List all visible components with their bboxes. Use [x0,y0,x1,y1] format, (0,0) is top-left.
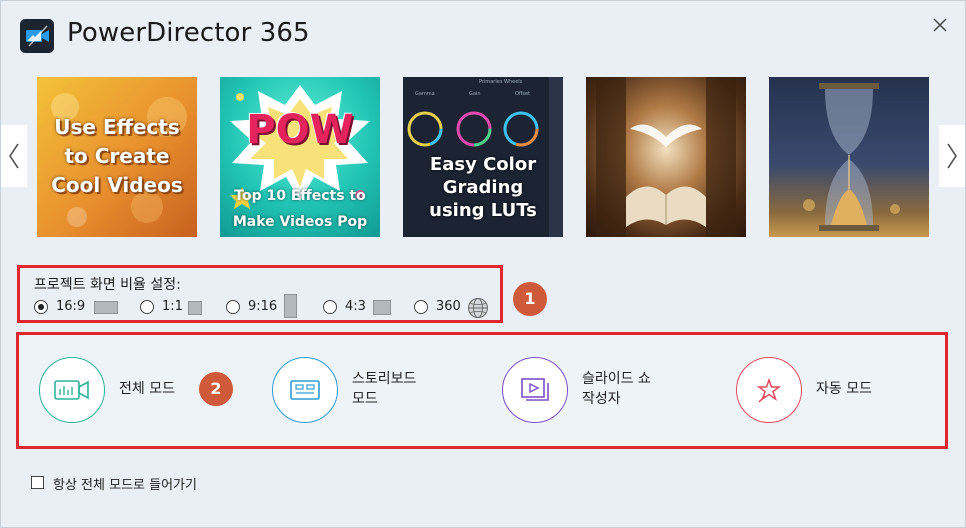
caption-line: to Create [64,144,170,168]
tutorial-carousel: Use Effects to Create Cool Videos POW To… [1,73,965,243]
step-badge-2: 2 [199,372,233,406]
storyboard-mode-button[interactable]: 스토리보드 모드 [272,357,472,427]
aspect-option-label: 1:1 [162,299,183,314]
caption-line: Cool Videos [51,173,183,197]
hourglass-icon [803,83,900,231]
radio-button[interactable] [34,300,48,314]
chevron-left-icon [9,143,19,169]
slideshow-label-line1: 슬라이드 쇼 [582,371,651,387]
title-bar: PowerDirector 365 [1,1,965,67]
pow-badge: POW [246,107,354,153]
editing-mode-section: 전체 모드 2 스토리보드 모드 슬라이드 쇼 작성자 자동 모드 [16,332,948,449]
aspect-ratio-options: 16:9 1:1 9:16 4:3 360 [34,294,494,320]
ratio-16-9-icon [94,301,118,314]
storyboard-icon [290,380,320,400]
auto-mode-button[interactable]: 자동 모드 [736,357,936,427]
radio-button[interactable] [140,300,154,314]
radio-button[interactable] [414,300,428,314]
auto-mode-icon-circle [736,357,802,423]
storyboard-mode-label-line2: 모드 [352,391,378,407]
storyboard-mode-icon-circle [272,357,338,423]
full-mode-label: 전체 모드 [119,381,175,397]
aspect-option-label: 360 [436,299,461,314]
caption-line: Use Effects [54,115,180,139]
close-button[interactable] [929,14,951,36]
slideshow-label-line2: 작성자 [582,391,621,407]
slideshow-icon-circle [502,357,568,423]
aspect-option-label: 16:9 [56,299,86,314]
aspect-option-label: 9:16 [248,299,278,314]
magic-star-icon [756,377,782,403]
timeline-camera-icon [54,380,89,400]
caption-line: Top 10 Effects to [234,188,366,204]
globe-360-icon [468,298,488,318]
slideshow-icon [521,378,549,401]
thumbnail-color-grading[interactable]: Primaries Wheels Gamma Gain Offset Easy … [403,77,563,237]
aspect-ratio-label: 프로젝트 화면 비율 설정: [34,277,181,293]
book-dove-icon [596,77,736,237]
thumbnail-top-10-effects[interactable]: POW Top 10 Effects to Make Videos Pop [220,77,380,237]
close-icon [933,18,947,32]
radio-button[interactable] [323,300,337,314]
app-title: PowerDirector 365 [67,18,310,48]
aspect-option-label: 4:3 [345,299,366,314]
full-mode-icon-circle [39,357,105,423]
aspect-ratio-section: 프로젝트 화면 비율 설정: 16:9 1:1 9:16 4:3 360 [17,265,503,323]
always-full-mode-checkbox[interactable] [31,476,44,489]
carousel-prev-button[interactable] [1,125,27,187]
storyboard-mode-label-line1: 스토리보드 [352,371,417,387]
aspect-option-1-1[interactable]: 1:1 [140,296,210,320]
always-full-mode-label: 항상 전체 모드로 들어가기 [53,478,197,493]
slideshow-creator-button[interactable]: 슬라이드 쇼 작성자 [502,357,702,427]
launcher-window: PowerDirector 365 Use Effects to Create [0,0,966,528]
auto-mode-label: 자동 모드 [816,381,872,397]
aspect-option-9-16[interactable]: 9:16 [226,294,306,320]
carousel-next-button[interactable] [939,125,965,187]
step-badge-1: 1 [513,282,547,316]
powerdirector-logo-icon [20,19,54,53]
thumbnail-hourglass[interactable] [769,77,929,237]
aspect-option-16-9[interactable]: 16:9 [34,296,124,320]
caption-line: Grading [442,177,524,198]
ratio-9-16-icon [284,294,297,318]
ratio-4-3-icon [373,300,391,315]
aspect-option-4-3[interactable]: 4:3 [323,296,403,320]
chevron-right-icon [947,143,957,169]
thumbnail-library-book[interactable] [586,77,746,237]
caption-line: using LUTs [429,200,537,221]
aspect-option-360[interactable]: 360 [414,296,494,320]
thumbnail-use-effects[interactable]: Use Effects to Create Cool Videos [37,77,197,237]
caption-line: Make Videos Pop [232,214,368,230]
radio-button[interactable] [226,300,240,314]
caption-line: Easy Color [429,154,537,175]
ratio-1-1-icon [188,301,202,315]
